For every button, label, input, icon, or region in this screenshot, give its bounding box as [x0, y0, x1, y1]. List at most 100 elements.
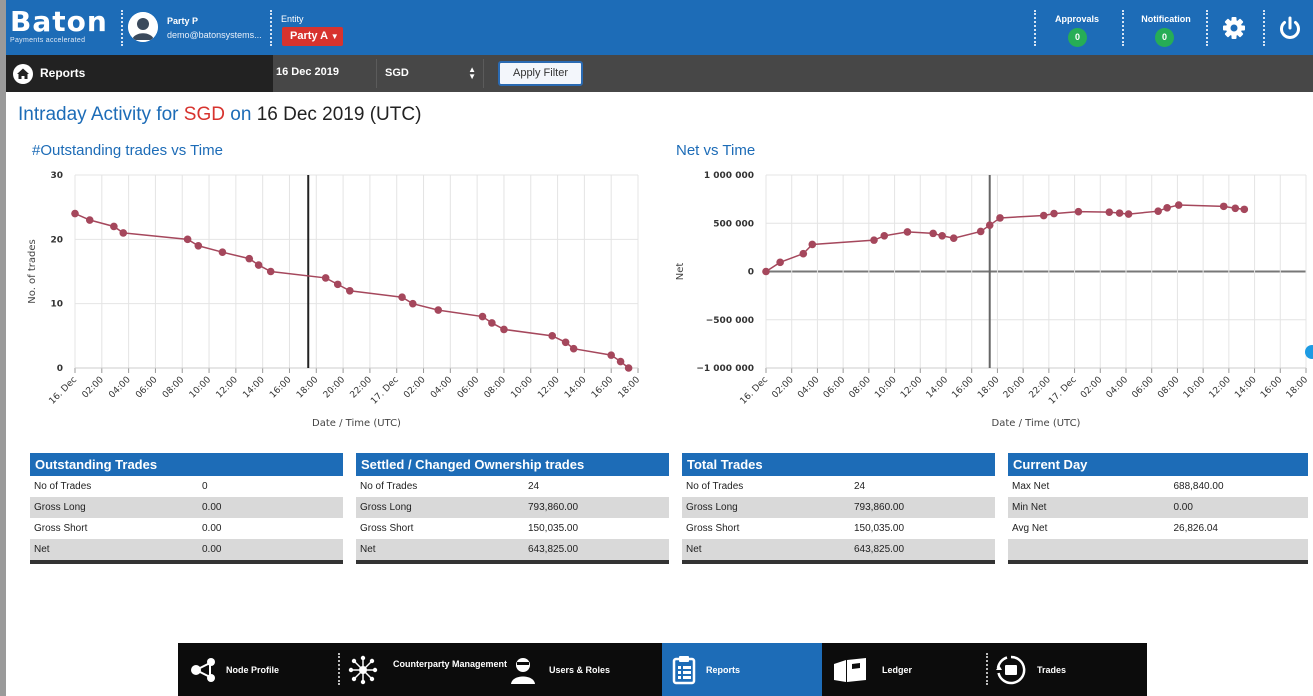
trades-icon — [996, 655, 1026, 685]
table-row: Net 643,825.00 — [356, 539, 669, 560]
x-tick-label: 02:00 — [770, 375, 796, 401]
row-value: 150,035.00 — [528, 523, 579, 534]
data-point — [1154, 207, 1162, 215]
page-title: Intraday Activity for SGD on 16 Dec 2019… — [18, 104, 421, 126]
nav-item-ledger[interactable]: Ledger — [824, 643, 984, 696]
nav-item-node-profile[interactable]: Node Profile — [178, 643, 338, 696]
x-tick-label: 12:00 — [215, 375, 241, 401]
home-button[interactable] — [13, 64, 33, 84]
x-tick-label: 06:00 — [134, 375, 160, 401]
table-bottom-rule — [1008, 560, 1308, 564]
x-tick-label: 14:00 — [1233, 375, 1259, 401]
x-tick-label: 18:00 — [295, 375, 321, 401]
data-point — [1163, 204, 1171, 212]
currency-select[interactable]: SGD ▲ ▼ — [376, 59, 484, 88]
y-tick-label: 0 — [748, 268, 754, 278]
chart-title-net: Net vs Time — [676, 142, 756, 159]
row-label: No of Trades — [360, 481, 418, 492]
nav-item-reports[interactable]: Reports — [662, 643, 822, 696]
x-tick-label: 14:00 — [563, 375, 589, 401]
x-tick-label: 06:00 — [822, 375, 848, 401]
settings-button[interactable] — [1220, 14, 1248, 42]
apply-filter-button[interactable]: Apply Filter — [498, 61, 583, 86]
row-label: Gross Long — [360, 502, 412, 513]
x-tick-label: 02:00 — [1079, 375, 1105, 401]
data-point — [333, 280, 342, 289]
row-value: 793,860.00 — [854, 502, 905, 513]
data-point — [398, 293, 406, 302]
y-axis-title: No. of trades — [27, 239, 38, 303]
x-tick-label: 08:00 — [1156, 375, 1182, 401]
nav-divider — [338, 653, 340, 685]
data-point — [1174, 201, 1183, 209]
current-day-table: Current Day Max Net 688,840.00 Min Net 0.0… — [1008, 453, 1308, 564]
nav-label: Trades — [1037, 665, 1067, 675]
row-value: 688,840.00 — [1173, 481, 1224, 492]
baton-logo[interactable]: Baton Payments accelerated — [10, 8, 120, 45]
data-point — [1050, 209, 1058, 218]
x-tick-label: 06:00 — [1130, 375, 1156, 401]
nav-label: Counterparty Management — [393, 659, 508, 669]
table-row: Gross Short 150,035.00 — [356, 518, 669, 539]
data-point — [119, 229, 128, 237]
table-row: Net 643,825.00 — [682, 539, 995, 560]
reports-icon — [672, 656, 696, 685]
table-row: Max Net 688,840.00 — [1008, 476, 1308, 497]
entity-dropdown[interactable]: Party A ▼ — [282, 27, 343, 46]
entity-label: Entity — [281, 14, 304, 24]
row-label: No of Trades — [34, 481, 92, 492]
row-value: 0 — [202, 481, 208, 492]
row-label — [1008, 539, 1173, 560]
table-row: Min Net 0.00 — [1008, 497, 1308, 518]
notification-badge[interactable]: 0 — [1155, 28, 1174, 47]
data-point — [1231, 204, 1240, 213]
section-header: Reports — [6, 55, 273, 92]
row-value: 0.00 — [202, 544, 222, 555]
table-row: Gross Long 793,860.00 — [356, 497, 669, 518]
x-tick-label: 04:00 — [1105, 375, 1131, 401]
row-value: 26,826.04 — [1173, 523, 1218, 534]
approvals-badge[interactable]: 0 — [1068, 28, 1087, 47]
data-point — [616, 357, 625, 366]
y-tick-label: −1 000 000 — [696, 364, 754, 374]
data-point — [478, 312, 487, 321]
data-point — [569, 344, 578, 353]
user-avatar-icon — [128, 12, 158, 42]
scroll-indicator[interactable] — [1305, 345, 1313, 359]
row-label: Net — [360, 544, 376, 555]
x-tick-label: 20:00 — [1002, 375, 1028, 401]
filter-bar: Reports 16 Dec 2019 SGD ▲ ▼ Apply Filter — [6, 55, 1313, 92]
nav-item-trades[interactable]: Trades — [989, 643, 1147, 696]
section-title: Reports — [40, 66, 86, 80]
row-value: 0.00 — [202, 502, 222, 513]
caret-down-icon: ▼ — [330, 32, 339, 41]
ledger-icon — [834, 658, 866, 682]
data-point — [870, 236, 878, 244]
data-point — [561, 338, 570, 347]
data-point — [218, 248, 227, 256]
x-tick-label: 10:00 — [1182, 375, 1208, 401]
net-vs-time-chart: −1 000 000 −500 000 0 500 000 1 000 000 16. D… — [675, 171, 1310, 429]
page-title-currency: SGD — [183, 104, 225, 125]
table-row: Gross Long 0.00 — [30, 497, 343, 518]
gear-icon — [1223, 17, 1245, 39]
nav-item-counterparty-management[interactable]: Counterparty Management — [341, 643, 507, 696]
row-label: Gross Short — [34, 523, 88, 534]
x-tick-label: 22:00 — [349, 375, 375, 401]
row-value: 24 — [528, 481, 540, 492]
nav-item-users-roles[interactable]: Users & Roles — [501, 643, 659, 696]
notification-label: Notification — [1141, 14, 1191, 24]
user-email: demo@batonsystems... — [167, 30, 262, 40]
data-point — [71, 209, 79, 218]
data-point — [548, 332, 557, 340]
x-tick-label: 02:00 — [402, 375, 428, 401]
logout-button[interactable] — [1276, 14, 1304, 42]
row-label: Net — [686, 544, 702, 555]
date-filter-input[interactable]: 16 Dec 2019 — [276, 66, 339, 78]
data-point — [1105, 208, 1114, 216]
x-tick-label: 16:00 — [1259, 375, 1285, 401]
data-point — [434, 306, 443, 314]
table-row: No of Trades 24 — [682, 476, 995, 497]
user-avatar[interactable] — [128, 12, 158, 42]
y-tick-label: 30 — [50, 171, 63, 181]
